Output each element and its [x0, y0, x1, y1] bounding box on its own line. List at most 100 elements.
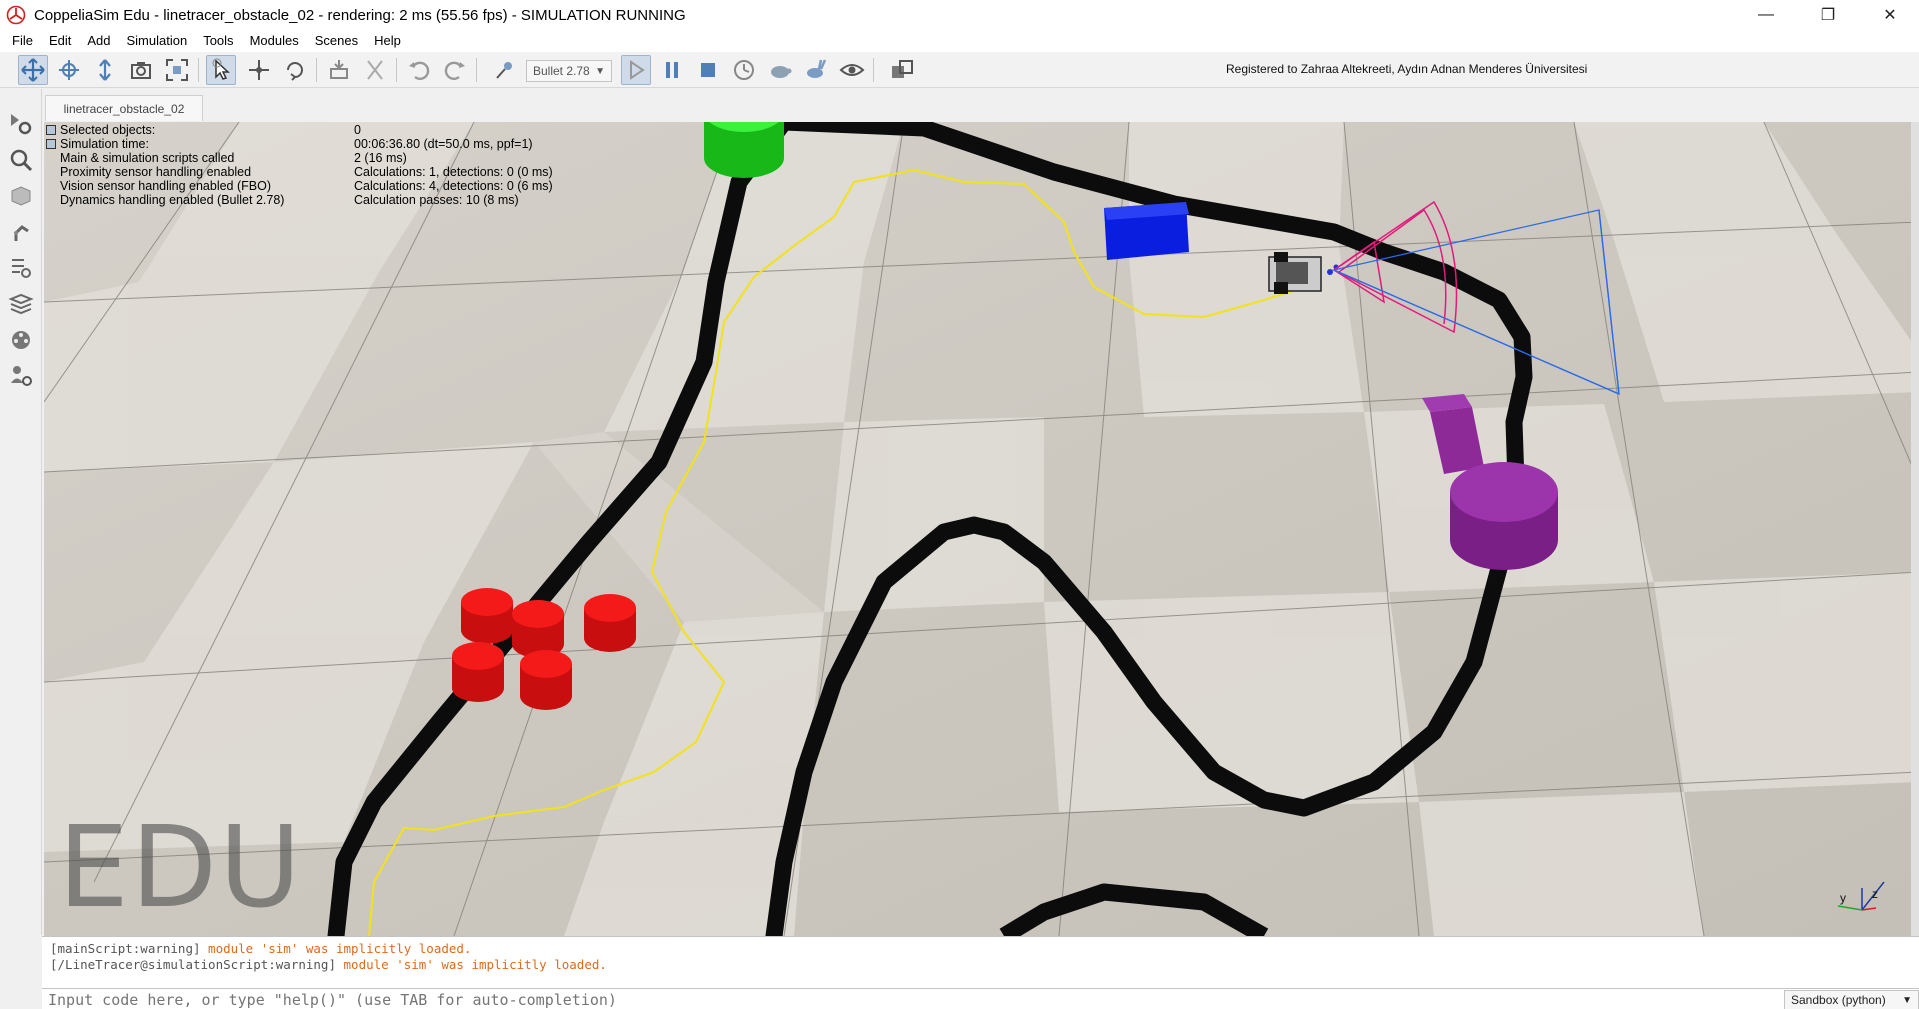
transfer-dna-button[interactable]: [360, 55, 390, 85]
object-rotate-icon: [287, 62, 303, 81]
console-tag: [/LineTracer@simulationScript:warning]: [50, 957, 336, 972]
info-label: Main & simulation scripts called: [60, 151, 235, 165]
registration-text: Registered to Zahraa Altekreeti, Aydın A…: [1226, 62, 1588, 76]
menu-add[interactable]: Add: [79, 30, 118, 52]
menu-help[interactable]: Help: [366, 30, 409, 52]
info-value: Calculations: 1, detections: 0 (0 ms): [354, 165, 553, 179]
redo-icon: [444, 61, 465, 80]
dna-icon: [367, 60, 383, 80]
edu-watermark: EDU: [58, 803, 303, 933]
calculation-modules-button[interactable]: [6, 253, 36, 283]
visualization-toggle-button[interactable]: [837, 55, 867, 85]
window-title: CoppeliaSim Edu - linetracer_obstacle_02…: [34, 6, 686, 24]
user-gear-icon: [11, 366, 32, 386]
info-value: 2 (16 ms): [354, 151, 407, 165]
real-time-button[interactable]: [729, 55, 759, 85]
info-row-dynamics: Dynamics handling enabled (Bullet 2.78) …: [44, 193, 744, 207]
slow-down-button[interactable]: [765, 55, 795, 85]
object-properties-button[interactable]: [6, 217, 36, 247]
camera-shift-button[interactable]: [90, 55, 120, 85]
object-move-icon: [249, 60, 269, 80]
menu-simulation[interactable]: Simulation: [119, 30, 196, 52]
rotate-arrows-icon: [59, 60, 79, 80]
fit-view-icon: [166, 59, 188, 81]
console-tag: [mainScript:warning]: [50, 941, 201, 956]
purple-cylinder-obstacle[interactable]: [1450, 462, 1558, 570]
assemble-button[interactable]: [324, 55, 354, 85]
menu-scenes[interactable]: Scenes: [307, 30, 366, 52]
simulation-settings-button[interactable]: [6, 109, 36, 139]
info-toggle-icon[interactable]: [46, 125, 56, 135]
info-row-vision: Vision sensor handling enabled (FBO) Cal…: [44, 179, 744, 193]
main-toolbar: Bullet 2.78 ▼ Registered to Zahraa Altek…: [0, 52, 1919, 88]
stop-simulation-button[interactable]: [693, 55, 723, 85]
scene-tab[interactable]: linetracer_obstacle_02: [45, 95, 203, 121]
menu-modules[interactable]: Modules: [242, 30, 307, 52]
info-label: Proximity sensor handling enabled: [60, 165, 252, 179]
menu-edit[interactable]: Edit: [41, 30, 79, 52]
cursor-click-icon: [212, 58, 230, 80]
dynamics-engine-button[interactable]: [490, 55, 520, 85]
scene-hierarchy-button[interactable]: [6, 181, 36, 211]
user-settings-button[interactable]: [6, 361, 36, 391]
list-gear-icon: [12, 259, 31, 278]
play-icon: [630, 60, 645, 80]
model-browser-button[interactable]: [6, 145, 36, 175]
menu-bar: File Edit Add Simulation Tools Modules S…: [0, 30, 1919, 52]
assemble-icon: [330, 60, 348, 79]
axis-z-label: z: [1872, 887, 1878, 901]
red-cylinder-obstacle[interactable]: [520, 650, 572, 710]
info-label: Selected objects:: [60, 123, 156, 137]
cube-icon: [11, 186, 31, 206]
camera-icon: [131, 62, 151, 79]
code-input[interactable]: [46, 989, 1782, 1009]
camera-rotate-button[interactable]: [54, 55, 84, 85]
info-label: Simulation time:: [60, 137, 149, 151]
physics-engine-select[interactable]: Bullet 2.78 ▼: [526, 60, 612, 82]
fit-to-view-button[interactable]: [162, 55, 192, 85]
maximize-button[interactable]: ❐: [1800, 0, 1856, 30]
pause-icon: [666, 62, 678, 78]
menu-file[interactable]: File: [0, 30, 41, 52]
info-value: 00:06:36.80 (dt=50.0 ms, ppf=1): [354, 137, 533, 151]
redo-button[interactable]: [440, 55, 470, 85]
scene-render[interactable]: [44, 122, 1919, 936]
info-toggle-icon[interactable]: [46, 139, 56, 149]
info-row-proximity: Proximity sensor handling enabled Calcul…: [44, 165, 744, 179]
page-selector-button[interactable]: [887, 55, 917, 85]
blue-box-obstacle[interactable]: [1104, 202, 1189, 260]
object-select-button[interactable]: [206, 55, 236, 85]
console-message: module 'sim' was implicitly loaded.: [343, 957, 607, 972]
red-cylinder-obstacle[interactable]: [452, 642, 504, 702]
console-message: module 'sim' was implicitly loaded.: [208, 941, 472, 956]
collections-button[interactable]: [6, 289, 36, 319]
camera-angle-button[interactable]: [126, 55, 156, 85]
object-rotate-button[interactable]: [280, 55, 310, 85]
layers-icon: [8, 293, 34, 315]
red-cylinder-obstacle[interactable]: [461, 588, 513, 644]
start-simulation-button[interactable]: [621, 55, 651, 85]
camera-pan-button[interactable]: [18, 55, 48, 85]
turtle-icon: [771, 66, 792, 78]
info-row-selected: Selected objects: 0: [44, 123, 744, 137]
scripts-button[interactable]: [6, 325, 36, 355]
undo-button[interactable]: [404, 55, 434, 85]
left-toolbar: [0, 89, 42, 935]
scene-viewport[interactable]: Selected objects: 0 Simulation time: 00:…: [44, 122, 1919, 936]
object-shift-button[interactable]: [244, 55, 274, 85]
red-cylinder-obstacle[interactable]: [584, 594, 636, 652]
pause-simulation-button[interactable]: [657, 55, 687, 85]
console-line: [/LineTracer@simulationScript:warning] m…: [50, 957, 1919, 973]
speed-up-button[interactable]: [801, 55, 831, 85]
red-cylinder-obstacle[interactable]: [512, 600, 564, 658]
info-value: Calculations: 4, detections: 0 (6 ms): [354, 179, 553, 193]
physics-engine-value: Bullet 2.78: [533, 64, 590, 78]
magnifier-icon: [10, 149, 33, 172]
menu-tools[interactable]: Tools: [195, 30, 241, 52]
pages-icon: [892, 60, 913, 78]
viewport-scrollbar[interactable]: [1911, 122, 1919, 936]
sandbox-select[interactable]: Sandbox (python) ▼: [1784, 990, 1919, 1009]
minimize-button[interactable]: —: [1738, 0, 1794, 30]
close-button[interactable]: ✕: [1862, 0, 1918, 30]
vertical-arrows-icon: [99, 59, 111, 81]
